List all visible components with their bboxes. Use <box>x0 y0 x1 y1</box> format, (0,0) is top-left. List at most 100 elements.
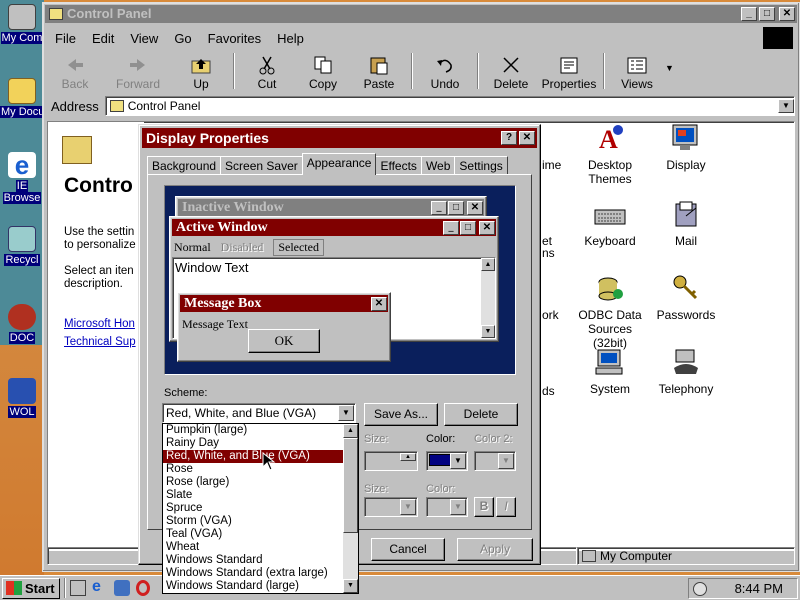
scroll-down-icon[interactable]: ▼ <box>343 579 358 593</box>
menu-go[interactable]: Go <box>174 31 191 46</box>
dropdown-scrollbar[interactable]: ▲ ▼ <box>343 424 358 593</box>
menu-help[interactable]: Help <box>277 31 304 46</box>
tab-background[interactable]: Background <box>147 156 222 175</box>
start-button[interactable]: Start <box>2 577 60 599</box>
technical-support-link[interactable]: Technical Sup <box>64 336 136 348</box>
scheme-option[interactable]: Pumpkin (large) <box>163 424 358 437</box>
delete-scheme-button[interactable]: Delete <box>444 403 518 426</box>
control-panel-large-icon <box>62 136 92 164</box>
cp-item-display[interactable]: Display <box>648 122 724 172</box>
scheme-option[interactable]: Red, White, and Blue (VGA) <box>163 450 358 463</box>
ie-quicklaunch-icon[interactable]: e <box>92 579 108 596</box>
back-button[interactable]: Back <box>47 53 103 91</box>
desktop-icon-doc[interactable]: DOC <box>0 304 44 344</box>
save-as-button[interactable]: Save As... <box>364 403 438 426</box>
scheme-option[interactable]: Windows Standard <box>163 554 358 567</box>
menu-bar: File Edit View Go Favorites Help <box>47 27 795 49</box>
menu-file[interactable]: File <box>55 31 76 46</box>
cp-item-telephony[interactable]: Telephony <box>648 346 724 396</box>
properties-button[interactable]: Properties <box>539 53 599 91</box>
menu-view[interactable]: View <box>130 31 158 46</box>
scheme-option[interactable]: Wheat <box>163 541 358 554</box>
undo-button[interactable]: Undo <box>417 53 473 91</box>
tab-effects[interactable]: Effects <box>375 156 422 175</box>
desktop-icon-recycle-bin[interactable]: Recycl <box>0 226 44 266</box>
scheme-select[interactable]: Red, White, and Blue (VGA) ▼ <box>162 403 356 423</box>
cp-item-passwords[interactable]: Passwords <box>648 272 724 322</box>
scheme-option[interactable]: Rose <box>163 463 358 476</box>
desktop-icon-my-documents[interactable]: My Docu <box>0 78 46 118</box>
dialog-close-button[interactable]: ✕ <box>519 131 535 145</box>
chevron-down-icon[interactable]: ▼ <box>338 405 354 421</box>
address-input[interactable]: Control Panel ▼ <box>104 96 795 116</box>
cut-button[interactable]: Cut <box>239 53 295 91</box>
preview-menu-disabled: Disabled <box>220 239 264 254</box>
delete-button[interactable]: Delete <box>483 53 539 91</box>
scheme-preview[interactable]: Inactive Window _ □ ✕ Active Window _ □ ✕ No… <box>164 185 516 375</box>
paste-button[interactable]: Paste <box>351 53 407 91</box>
keyboard-icon <box>594 198 626 230</box>
scheme-option[interactable]: Storm (VGA) <box>163 515 358 528</box>
menu-edit[interactable]: Edit <box>92 31 114 46</box>
scheme-option[interactable]: Slate <box>163 489 358 502</box>
scheme-option[interactable]: Rose (large) <box>163 476 358 489</box>
views-dropdown-arrow-icon[interactable]: ▼ <box>665 53 674 73</box>
forward-button[interactable]: Forward <box>103 53 173 91</box>
cp-item-system[interactable]: System <box>572 346 648 396</box>
display-icon <box>670 122 702 154</box>
scheme-options: Pumpkin (large) Rainy Day Red, White, and … <box>163 424 358 593</box>
font-color-select: ▼ <box>426 497 468 517</box>
desktop-icon-internet-explorer[interactable]: e IE Browse <box>0 152 44 204</box>
clock[interactable]: 8:44 PM <box>735 581 783 596</box>
quick-launch: e <box>70 579 150 596</box>
desktop-icon-my-computer[interactable]: My Com <box>0 4 44 44</box>
scheme-option[interactable]: Rainy Day <box>163 437 358 450</box>
opera-icon[interactable] <box>136 580 150 596</box>
tab-settings[interactable]: Settings <box>454 156 508 175</box>
show-desktop-icon[interactable] <box>70 580 86 596</box>
maximize-button[interactable]: □ <box>759 7 775 21</box>
outlook-express-icon[interactable] <box>114 580 130 596</box>
display-properties-titlebar[interactable]: Display Properties ? ✕ <box>142 128 537 148</box>
color-picker[interactable]: ▼ <box>426 451 468 471</box>
preview-menu: Normal Disabled Selected <box>174 238 324 256</box>
scheme-option[interactable]: Windows Standard (extra large) <box>163 567 358 580</box>
odbc-icon <box>594 272 626 304</box>
cancel-button[interactable]: Cancel <box>371 538 445 561</box>
preview-msgbox-text: Message Text <box>182 317 248 331</box>
close-button[interactable]: ✕ <box>779 7 795 21</box>
scheme-option[interactable]: Windows Standard (large) <box>163 580 358 593</box>
scroll-thumb[interactable] <box>343 438 358 533</box>
preview-inactive-title: Inactive Window <box>182 199 284 215</box>
apply-button[interactable]: Apply <box>457 538 533 561</box>
cp-item-odbc[interactable]: ODBC Data Sources (32bit) <box>572 272 648 350</box>
help-button[interactable]: ? <box>501 131 517 145</box>
passwords-keys-icon <box>670 272 702 304</box>
tab-appearance[interactable]: Appearance <box>301 153 377 175</box>
address-dropdown-icon[interactable]: ▼ <box>778 99 794 113</box>
scheme-option[interactable]: Spruce <box>163 502 358 515</box>
up-button[interactable]: Up <box>173 53 229 91</box>
tab-web[interactable]: Web <box>420 156 456 175</box>
scroll-up-icon[interactable]: ▲ <box>343 424 358 438</box>
microsoft-home-link[interactable]: Microsoft Hon <box>64 318 135 330</box>
desktop-icon-wol[interactable]: WOL <box>0 378 44 418</box>
scheduler-icon[interactable] <box>693 581 707 596</box>
copy-button[interactable]: Copy <box>295 53 351 91</box>
undo-icon <box>434 55 456 75</box>
views-button[interactable]: Views <box>609 53 665 91</box>
menu-favorites[interactable]: Favorites <box>208 31 261 46</box>
webview-text1b: to personalize <box>64 239 136 251</box>
preview-active-title: Active Window <box>176 219 268 235</box>
cp-item-mail[interactable]: Mail <box>648 198 724 248</box>
minimize-button[interactable]: _ <box>741 7 757 21</box>
doc-shortcut-icon <box>8 304 36 330</box>
windows-flag-icon <box>6 581 22 595</box>
internet-explorer-icon: e <box>8 152 36 178</box>
my-computer-icon <box>8 4 36 30</box>
control-panel-titlebar[interactable]: Control Panel _ □ ✕ <box>45 5 797 23</box>
tab-screen-saver[interactable]: Screen Saver <box>220 156 303 175</box>
cp-item-keyboard[interactable]: Keyboard <box>572 198 648 248</box>
scheme-option[interactable]: Teal (VGA) <box>163 528 358 541</box>
cp-item-desktop-themes[interactable]: A Desktop Themes <box>572 122 648 186</box>
